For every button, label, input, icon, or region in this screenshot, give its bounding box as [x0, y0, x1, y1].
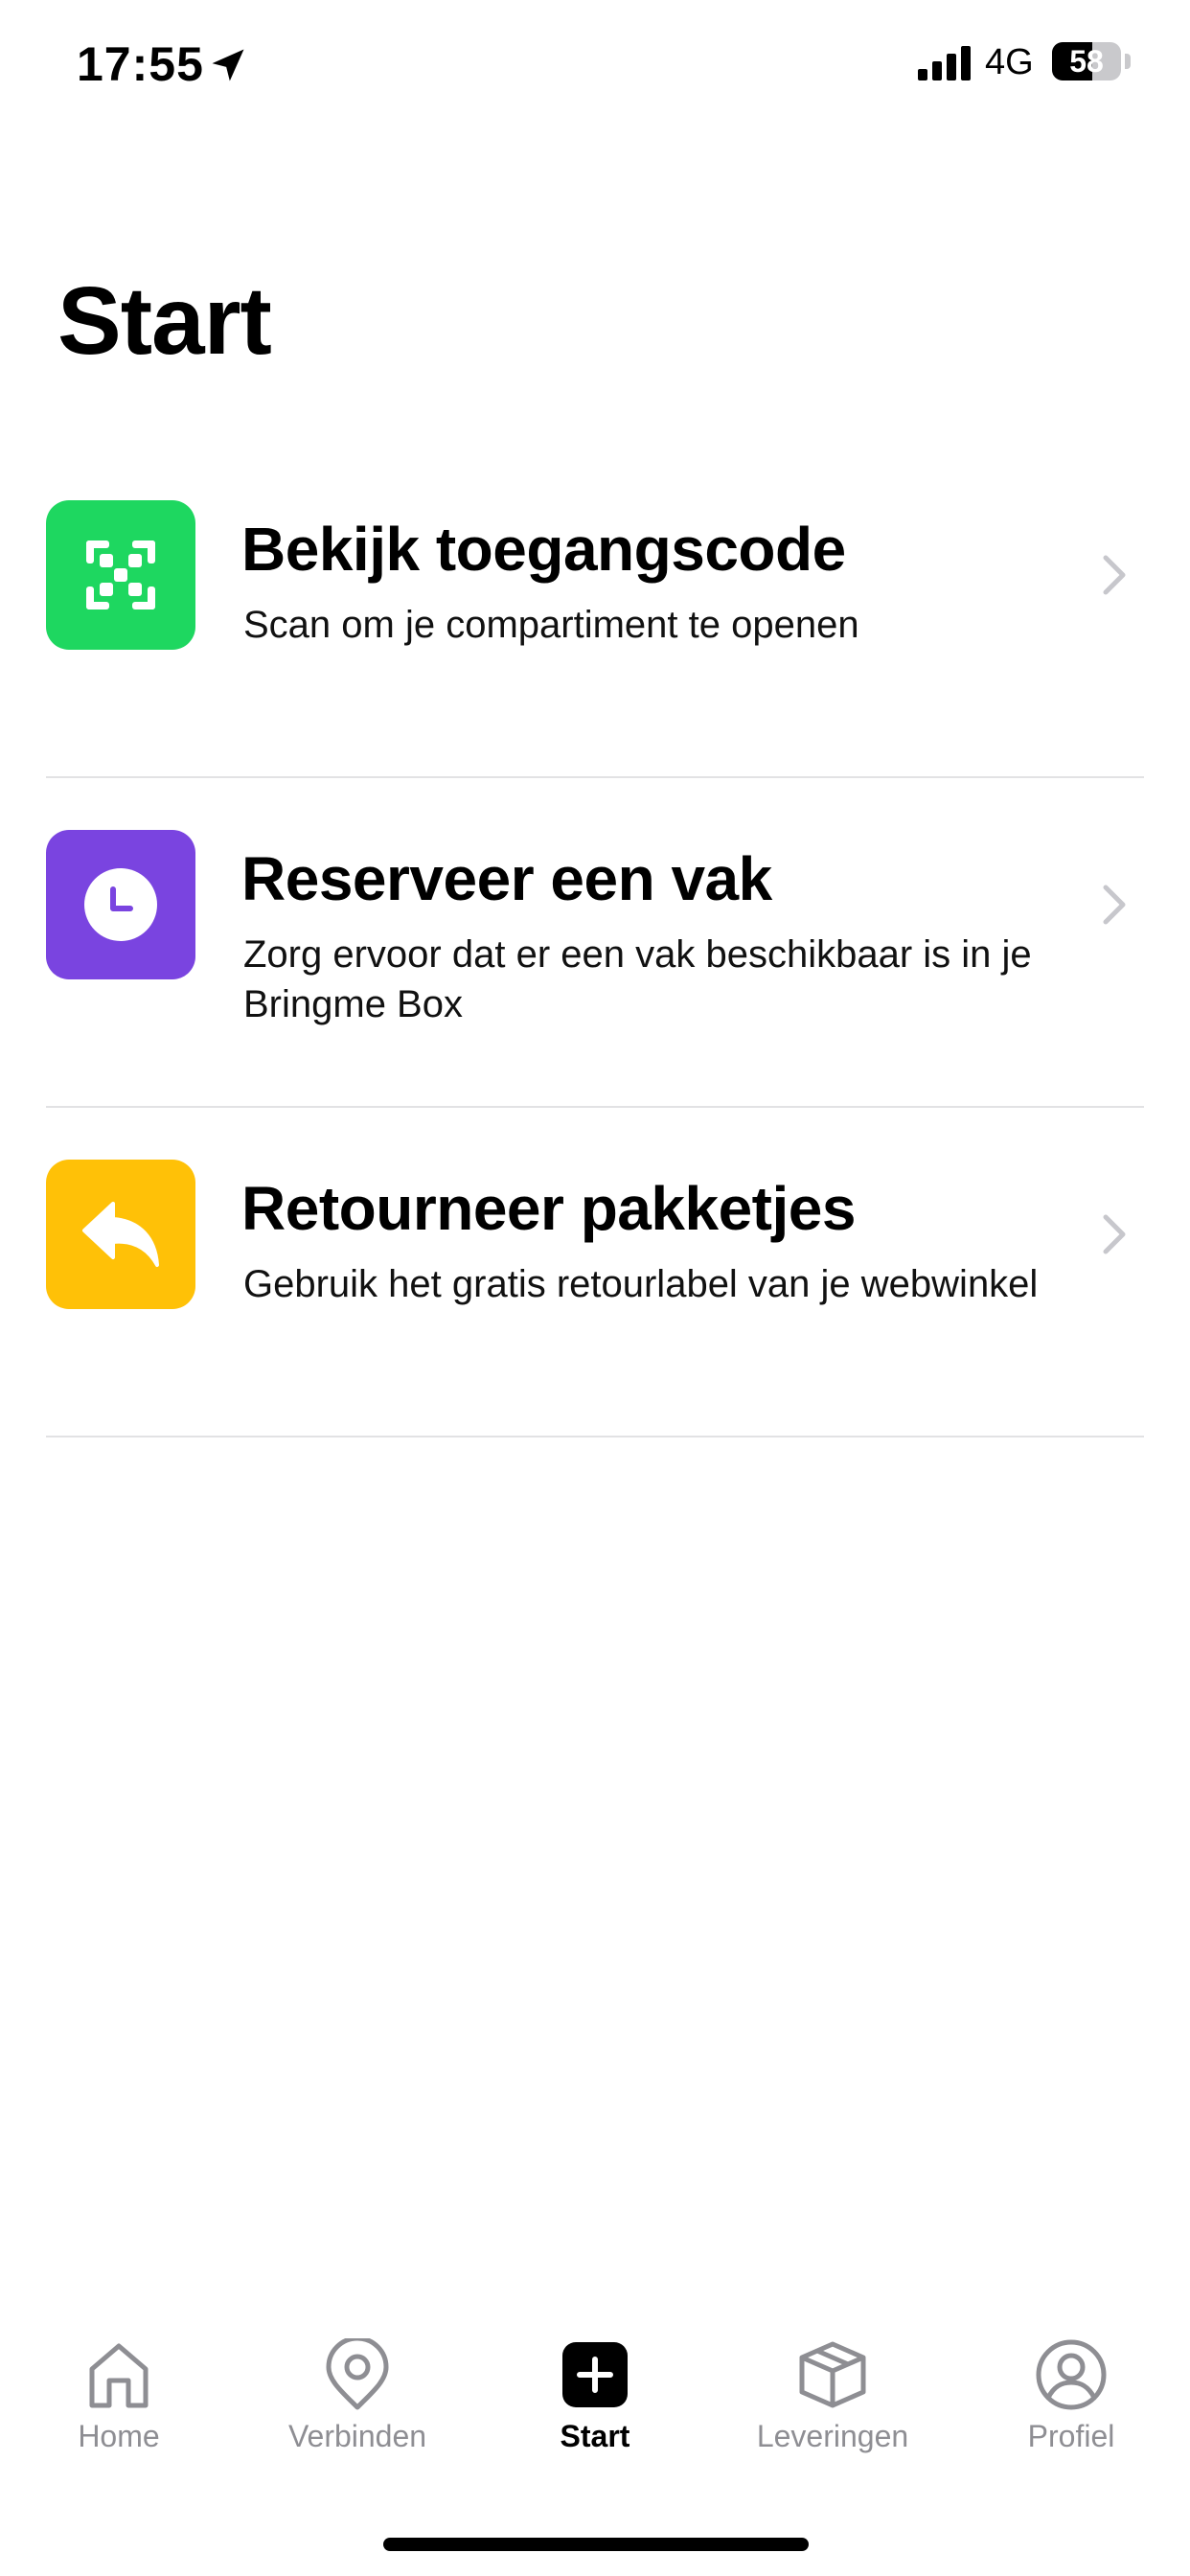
location-pin-icon	[326, 2338, 389, 2410]
return-packages-item[interactable]: Retourneer pakketjes Gebruik het gratis …	[46, 1108, 1144, 1438]
status-bar: 17:55 4G 58	[0, 0, 1190, 134]
battery-indicator: 58	[1052, 42, 1121, 80]
action-title: Reserveer een vak	[241, 844, 772, 913]
home-icon	[89, 2343, 149, 2408]
tab-label: Leveringen	[756, 2419, 909, 2453]
tab-label: Profiel	[1027, 2419, 1115, 2453]
tab-leveringen[interactable]: Leveringen	[718, 2338, 948, 2482]
tab-label: Home	[78, 2419, 160, 2453]
network-type: 4G	[985, 42, 1034, 82]
tab-start[interactable]: Start	[480, 2338, 710, 2482]
page-title: Start	[57, 267, 272, 375]
cellular-signal-icon	[918, 46, 971, 80]
tab-verbinden[interactable]: Verbinden	[242, 2338, 472, 2482]
tab-home[interactable]: Home	[4, 2338, 234, 2482]
action-subtitle: Scan om je compartiment te openen	[243, 604, 859, 646]
status-time: 17:55	[77, 37, 204, 91]
chevron-right-icon	[1103, 555, 1126, 595]
tab-profiel[interactable]: Profiel	[956, 2338, 1186, 2482]
package-box-icon	[799, 2341, 866, 2408]
action-list: Bekijk toegangscode Scan om je compartim…	[46, 448, 1144, 1438]
tab-label: Start	[560, 2419, 630, 2453]
chevron-right-icon	[1103, 1214, 1126, 1254]
view-access-code-item[interactable]: Bekijk toegangscode Scan om je compartim…	[46, 448, 1144, 778]
location-arrow-icon	[212, 49, 244, 81]
plus-square-icon	[562, 2342, 628, 2407]
access-code-icon-tile	[46, 500, 195, 650]
reply-arrow-icon	[82, 1202, 159, 1267]
action-title: Bekijk toegangscode	[241, 515, 846, 584]
tab-label: Verbinden	[287, 2419, 427, 2453]
home-indicator	[383, 2538, 809, 2551]
return-icon-tile	[46, 1160, 195, 1309]
action-subtitle: Gebruik het gratis retourlabel van je we…	[243, 1263, 1039, 1305]
battery-level: 58	[1069, 44, 1104, 79]
action-subtitle: Zorg ervoor dat er een vak beschikbaar i…	[243, 933, 1032, 1025]
reserve-icon-tile	[46, 830, 195, 979]
reserve-compartment-item[interactable]: Reserveer een vak Zorg ervoor dat er een…	[46, 778, 1144, 1108]
clock-icon	[84, 868, 157, 941]
action-title: Retourneer pakketjes	[241, 1174, 856, 1243]
qr-code-icon	[86, 540, 155, 610]
tab-bar: Home Verbinden Start Leveringen Profiel	[0, 2338, 1190, 2492]
user-circle-icon	[1036, 2339, 1107, 2410]
battery-cap	[1125, 54, 1131, 69]
chevron-right-icon	[1103, 885, 1126, 925]
